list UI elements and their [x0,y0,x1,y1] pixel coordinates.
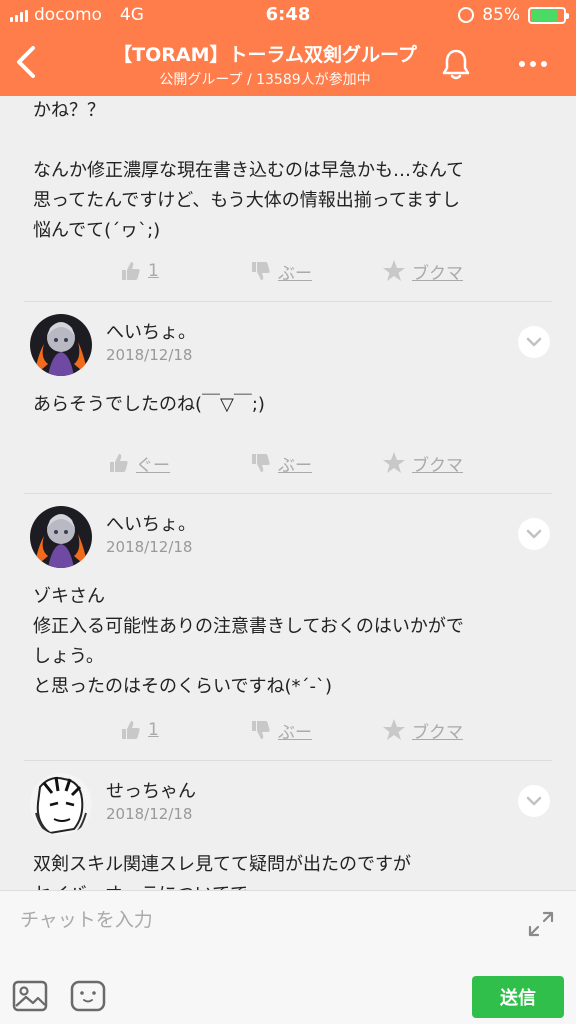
expand-arrows-icon [528,911,554,937]
more-options-button[interactable] [508,44,558,84]
back-button[interactable] [8,40,44,84]
bookmark-label: ブクマ [412,455,463,476]
group-title: 【TORAM】トーラム双剣グループ [113,44,417,66]
post-menu-button[interactable] [518,326,550,358]
thumbs-up-icon [110,454,128,472]
notification-button[interactable] [436,44,476,84]
chat-input[interactable]: チャットを入力 [20,905,153,932]
bookmark-label: ブクマ [412,722,463,743]
dot-icon [541,61,547,67]
avatar[interactable] [30,773,92,835]
post-actions: 1 ぶー ブクマ [0,254,576,288]
expand-input-button[interactable] [526,909,556,939]
dot-icon [530,61,536,67]
avatar-image [30,506,92,568]
dislike-label: ぶー [278,455,312,476]
chevron-left-icon [17,46,35,78]
like-count: 1 [148,261,159,281]
star-icon [383,719,405,740]
post-body: 双剣スキル関連スレ見てて疑問が出たのですが セイバーオーラについてで [33,854,411,890]
image-icon [12,980,48,1012]
chat-composer: チャットを入力 送信 [0,890,576,1024]
bookmark-button[interactable]: ブクマ [382,446,463,480]
dislike-label: ぶー [278,263,312,284]
like-button[interactable]: ぐー [108,446,170,480]
thumbs-up-icon [122,262,140,280]
dislike-label: ぶー [278,722,312,743]
like-button[interactable]: 1 [120,713,159,747]
username[interactable]: せっちゃん [106,777,196,803]
chevron-down-icon [526,796,542,806]
star-icon [383,452,405,473]
send-button[interactable]: 送信 [472,976,564,1018]
thumbs-up-icon [122,721,140,739]
thumbs-down-icon [252,262,270,280]
chevron-down-icon [526,529,542,539]
bookmark-button[interactable]: ブクマ [382,254,463,288]
avatar-image [30,773,92,835]
post-actions: 1 ぶー ブクマ [0,713,576,747]
like-count: 1 [148,720,159,740]
post-date: 2018/12/18 [106,538,193,556]
post-menu-button[interactable] [518,785,550,817]
group-subtitle: 公開グループ / 13589人が参加中 [159,72,371,88]
app-header: docomo 4G 6:48 85% 【TORAM】トーラム双剣グループ 公開グ… [0,0,576,96]
avatar-image [30,314,92,376]
post-divider [24,493,552,494]
avatar[interactable] [30,314,92,376]
image-attach-button[interactable] [12,979,48,1013]
chevron-down-icon [526,337,542,347]
username[interactable]: へいちょ。 [106,318,196,344]
dislike-button[interactable]: ぶー [250,254,312,288]
bell-icon [442,49,470,80]
post-date: 2018/12/18 [106,346,193,364]
status-bar: docomo 4G 6:48 85% [0,0,576,30]
bookmark-label: ブクマ [412,263,463,284]
battery-percent: 85% [482,5,520,25]
sticker-icon [70,980,106,1012]
username[interactable]: へいちょ。 [106,510,196,536]
avatar[interactable] [30,506,92,568]
post-date: 2018/12/18 [106,805,193,823]
dislike-button[interactable]: ぶー [250,713,312,747]
post-header: へいちょ。 2018/12/18 [30,314,550,378]
post-divider [24,301,552,302]
post-body: かね？？ なんか修正濃厚な現在書き込むのは早急かも…なんて 思ってたんですけど、… [33,100,465,241]
dot-icon [519,61,525,67]
post-divider [24,760,552,761]
group-title-block[interactable]: 【TORAM】トーラム双剣グループ 公開グループ / 13589人が参加中 [90,40,440,89]
dislike-button[interactable]: ぶー [250,446,312,480]
thumbs-down-icon [252,721,270,739]
battery-fill [531,9,559,21]
post-menu-button[interactable] [518,518,550,550]
like-label: ぐー [136,455,170,476]
battery-icon [528,6,569,24]
post-header: せっちゃん 2018/12/18 [30,773,550,837]
star-icon [383,260,405,281]
post-body: ゾキさん 修正入る可能性ありの注意書きしておくのはいかがで しょう。 と思ったの… [33,586,464,697]
post-actions: ぐー ぶー ブクマ [0,446,576,480]
thread-content[interactable]: かね？？ なんか修正濃厚な現在書き込むのは早急かも…なんて 思ってたんですけど、… [0,96,576,890]
orientation-lock-icon [458,7,475,23]
sticker-button[interactable] [70,979,106,1013]
nav-bar: 【TORAM】トーラム双剣グループ 公開グループ / 13589人が参加中 [0,30,576,96]
post-header: へいちょ。 2018/12/18 [30,506,550,570]
post-body: あらそうでしたのね(￣▽￣;) [33,394,265,415]
bookmark-button[interactable]: ブクマ [382,713,463,747]
thumbs-down-icon [252,454,270,472]
like-button[interactable]: 1 [120,254,159,288]
